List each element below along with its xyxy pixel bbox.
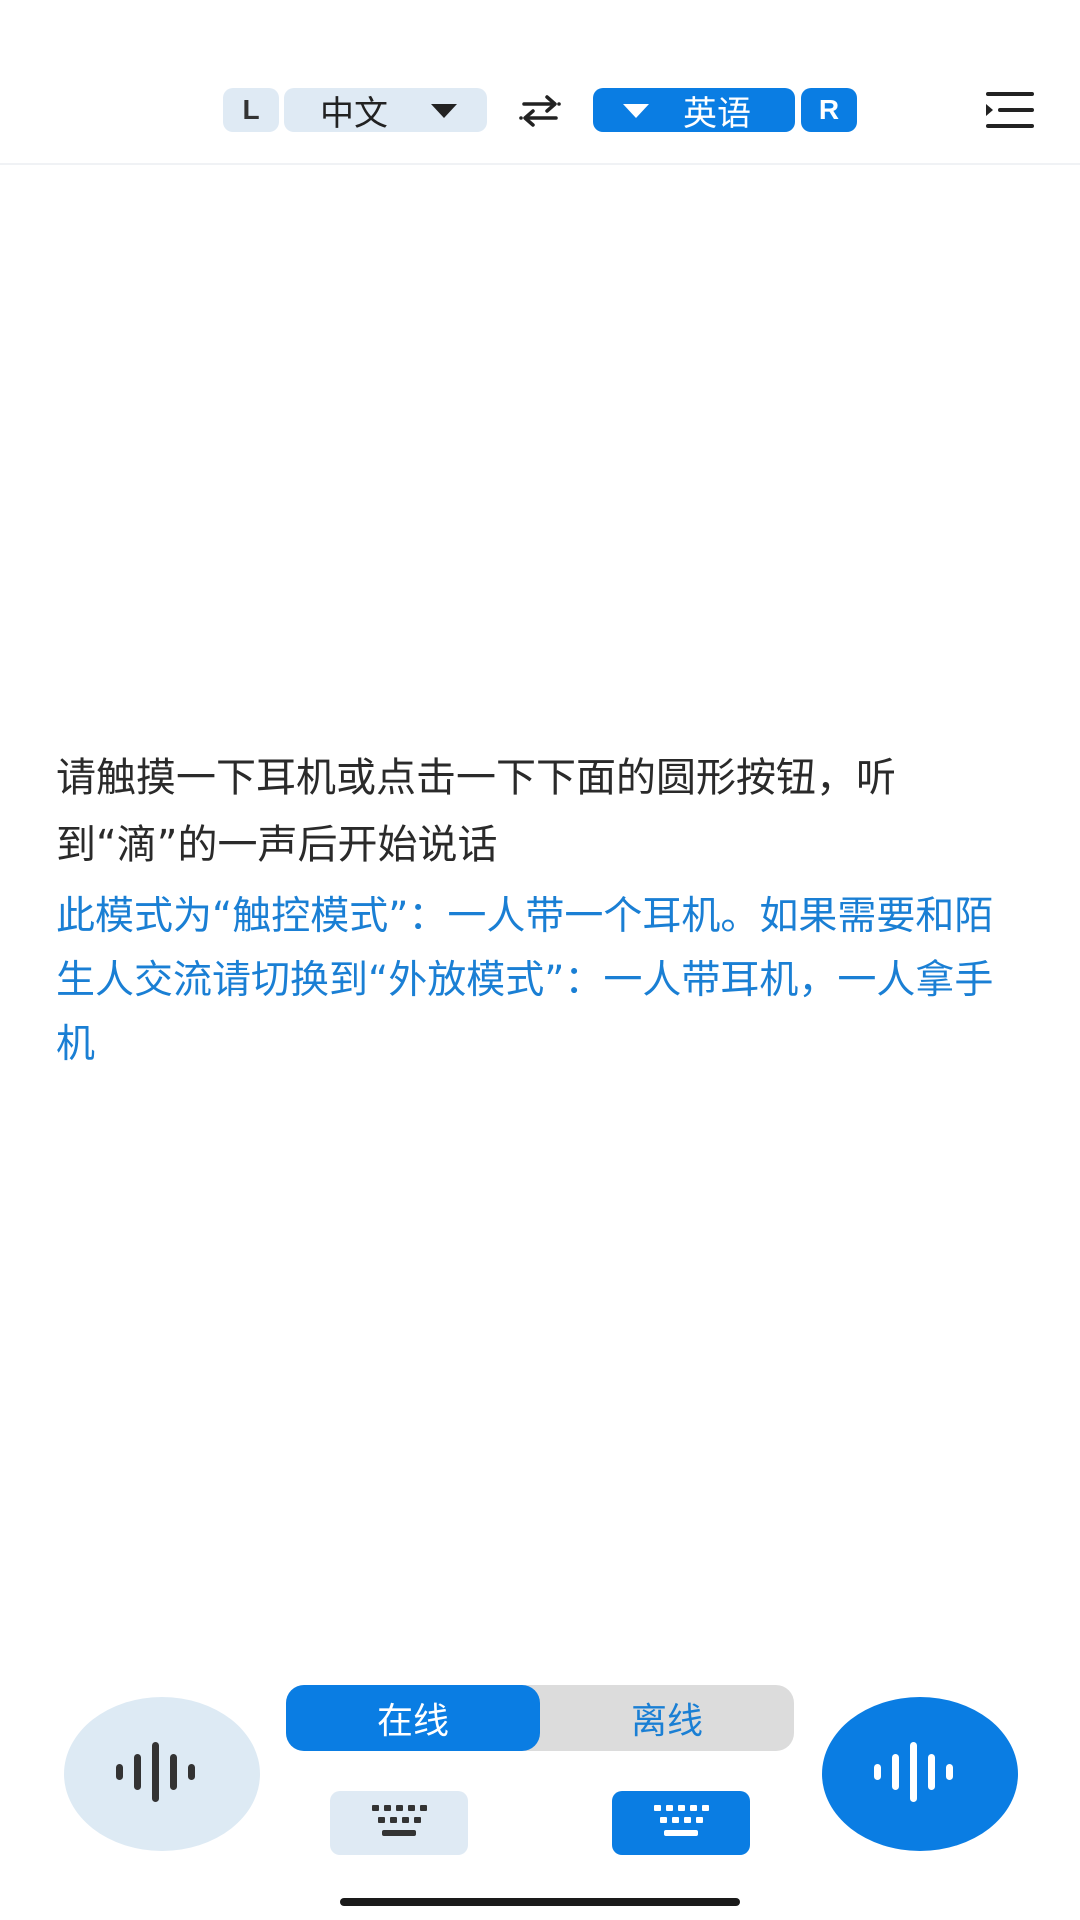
network-mode-toggle: 在线 离线 [286,1685,794,1751]
left-voice-button[interactable] [64,1697,260,1851]
source-language-selector[interactable]: 中文 [284,88,487,134]
offline-mode-option[interactable]: 离线 [540,1685,794,1751]
right-voice-button[interactable] [822,1697,1018,1851]
left-earphone-badge: L [223,88,279,132]
online-mode-option[interactable]: 在线 [286,1685,540,1751]
right-earphone-badge: R [801,88,857,132]
caret-down-icon [621,102,651,120]
keyboard-icon [370,1803,428,1843]
home-indicator[interactable] [340,1898,740,1906]
right-keyboard-button[interactable] [612,1791,750,1855]
target-language-label: 英语 [683,93,751,134]
mode-hint-text: 此模式为“触控模式”：一人带一个耳机。如果需要和陌生人交流请切换到“外放模式”：… [56,894,994,1067]
swap-arrows-icon[interactable] [518,94,562,128]
instruction-text: 请触摸一下耳机或点击一下下面的圆形按钮，听到“滴”的一声后开始说话 [56,755,896,868]
language-bar: L 中文 英语 R [0,0,1080,165]
caret-down-icon [429,102,459,120]
source-language-label: 中文 [320,93,388,134]
menu-icon[interactable] [984,90,1036,130]
target-language-selector[interactable]: 英语 [593,88,795,134]
waveform-icon [870,1742,970,1806]
keyboard-icon [652,1803,710,1843]
left-keyboard-button[interactable] [330,1791,468,1855]
waveform-icon [112,1742,212,1806]
